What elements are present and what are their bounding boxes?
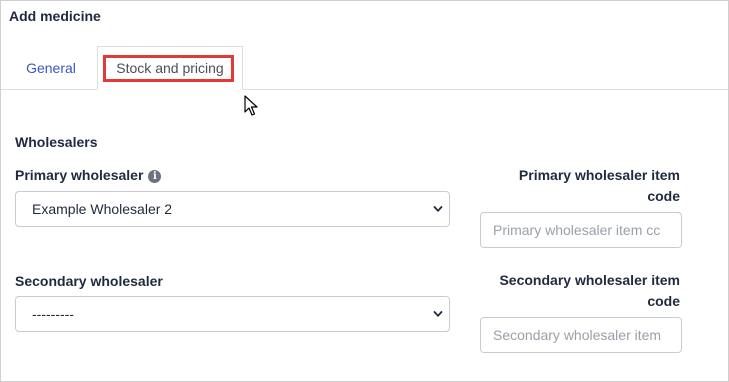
primary-item-code-input[interactable]: Primary wholesaler item cc	[480, 212, 682, 248]
primary-item-code-placeholder: Primary wholesaler item cc	[493, 222, 661, 238]
secondary-wholesaler-select[interactable]: ---------	[15, 296, 450, 332]
info-icon[interactable]: i	[148, 170, 162, 183]
chevron-down-icon	[433, 206, 443, 212]
secondary-item-code-label: Secondary wholesaler item code	[460, 270, 680, 312]
secondary-wholesaler-selected-value: ---------	[32, 306, 74, 322]
primary-item-code-label-line2: code	[647, 188, 680, 204]
page-title: Add medicine	[9, 8, 101, 24]
secondary-item-code-label-line2: code	[647, 293, 680, 309]
primary-wholesaler-selected-value: Example Wholesaler 2	[32, 201, 173, 217]
primary-wholesaler-select[interactable]: Example Wholesaler 2	[15, 191, 450, 227]
secondary-wholesaler-label: Secondary wholesaler	[15, 273, 163, 289]
primary-wholesaler-label-text: Primary wholesaler	[15, 167, 144, 183]
tab-bar: General Stock and pricing	[1, 46, 728, 90]
primary-item-code-label: Primary wholesaler item code	[460, 165, 680, 207]
tab-stock-and-pricing[interactable]: Stock and pricing	[97, 46, 243, 90]
tab-general[interactable]: General	[15, 46, 87, 89]
section-heading-wholesalers: Wholesalers	[15, 134, 98, 150]
tab-general-label: General	[26, 59, 76, 76]
add-medicine-panel: Add medicine General Stock and pricing W…	[0, 0, 729, 382]
secondary-item-code-label-line1: Secondary wholesaler item	[499, 272, 680, 288]
secondary-item-code-placeholder: Secondary wholesaler item	[493, 327, 662, 343]
mouse-pointer-icon	[244, 95, 258, 116]
chevron-down-icon	[433, 311, 443, 317]
tab-stock-and-pricing-label: Stock and pricing	[116, 60, 224, 76]
primary-item-code-label-line1: Primary wholesaler item	[518, 167, 680, 183]
secondary-item-code-input[interactable]: Secondary wholesaler item	[480, 317, 682, 353]
primary-wholesaler-label: Primary wholesaler i	[15, 167, 162, 183]
